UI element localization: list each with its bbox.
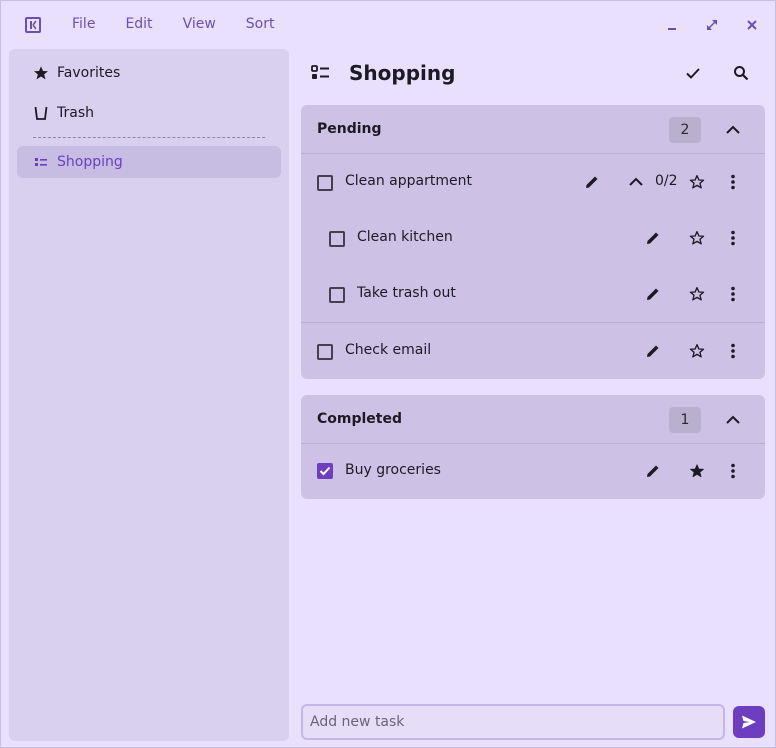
sidebar-item-trash[interactable]: Trash [17,97,281,129]
collapse-button[interactable] [721,408,745,432]
task-checkbox[interactable] [317,344,333,360]
pencil-icon [647,232,659,244]
maximize-button[interactable] [702,15,722,35]
edit-button[interactable] [641,282,665,306]
sidebar-item-label: Favorites [57,65,121,81]
pencil-icon [647,345,659,357]
favorite-button[interactable] [685,282,709,306]
check-icon [686,68,700,79]
star-filled-icon [690,464,704,478]
group-header[interactable]: Pending 2 [301,105,765,154]
more-vertical-icon [731,286,735,302]
pending-group: Pending 2 Clean appartment 0/2 Clean kit… [301,105,765,379]
star-outline-icon [689,287,705,301]
sidebar-item-favorites[interactable]: Favorites [17,57,281,89]
app-logo-icon [25,17,41,33]
favorite-button[interactable] [685,226,709,250]
sidebar: Favorites Trash Shopping [9,49,289,741]
completed-group: Completed 1 Buy groceries [301,395,765,499]
menu-bar: File Edit View Sort [60,14,293,34]
task-checkbox[interactable] [317,175,333,191]
menu-edit[interactable]: Edit [113,14,164,34]
sidebar-item-label: Trash [57,105,94,121]
sidebar-divider [33,137,265,138]
task-row: Check email [301,322,765,378]
chevron-up-icon [629,177,643,186]
menu-sort[interactable]: Sort [234,14,287,34]
pencil-icon [647,288,659,300]
close-icon [747,20,757,30]
task-label: Check email [345,342,432,358]
app-window: File Edit View Sort Favorites Trash Shop… [0,0,776,748]
task-label: Clean kitchen [357,229,453,245]
chevron-up-icon [726,415,740,424]
count-badge: 1 [669,407,701,433]
edit-button[interactable] [641,226,665,250]
star-outline-icon [689,231,705,245]
star-outline-icon [689,344,705,358]
pencil-icon [586,176,598,188]
select-tasks-button[interactable] [681,61,705,85]
more-vertical-icon [731,174,735,190]
favorite-button[interactable] [685,339,709,363]
main-header: Shopping [301,53,765,93]
search-button[interactable] [729,61,753,85]
minimize-icon [668,28,676,30]
task-row: Clean appartment 0/2 [301,154,765,210]
task-label: Clean appartment [345,173,472,189]
chevron-up-icon [726,125,740,134]
sidebar-item-shopping[interactable]: Shopping [17,146,281,178]
sidebar-item-label: Shopping [57,154,123,170]
pencil-icon [647,465,659,477]
expand-subtasks-button[interactable] [624,170,648,194]
page-title: Shopping [349,61,456,85]
task-row: Buy groceries [301,444,765,500]
more-options-button[interactable] [721,282,745,306]
more-options-button[interactable] [721,339,745,363]
add-task-input[interactable] [301,704,725,740]
task-checkbox[interactable] [329,287,345,303]
menu-file[interactable]: File [60,14,107,34]
task-checkbox[interactable] [317,463,333,479]
group-title: Completed [317,411,403,427]
subtask-row: Take trash out [301,266,765,322]
edit-button[interactable] [580,170,604,194]
more-vertical-icon [731,463,735,479]
checkmark-icon [319,466,331,476]
add-task-button[interactable] [733,706,765,738]
close-button[interactable] [742,15,762,35]
subtask-row: Clean kitchen [301,210,765,266]
task-label: Take trash out [357,285,456,301]
subtask-count: 0/2 [655,173,678,189]
more-options-button[interactable] [721,170,745,194]
edit-button[interactable] [641,339,665,363]
search-icon [734,66,749,81]
favorite-button[interactable] [685,459,709,483]
list-icon [33,154,49,170]
trash-icon [33,105,49,121]
more-options-button[interactable] [721,459,745,483]
more-vertical-icon [731,343,735,359]
menu-view[interactable]: View [171,14,228,34]
group-title: Pending [317,121,382,137]
task-label: Buy groceries [345,462,441,478]
list-icon [311,65,331,85]
group-header[interactable]: Completed 1 [301,395,765,444]
send-icon [742,715,756,729]
collapse-button[interactable] [721,118,745,142]
edit-button[interactable] [641,459,665,483]
count-badge: 2 [669,117,701,143]
star-icon [33,65,49,81]
more-vertical-icon [731,230,735,246]
more-options-button[interactable] [721,226,745,250]
title-bar: File Edit View Sort [1,1,775,48]
star-outline-icon [689,175,705,189]
minimize-button[interactable] [662,15,682,35]
favorite-button[interactable] [685,170,709,194]
maximize-icon [707,20,717,30]
task-checkbox[interactable] [329,231,345,247]
